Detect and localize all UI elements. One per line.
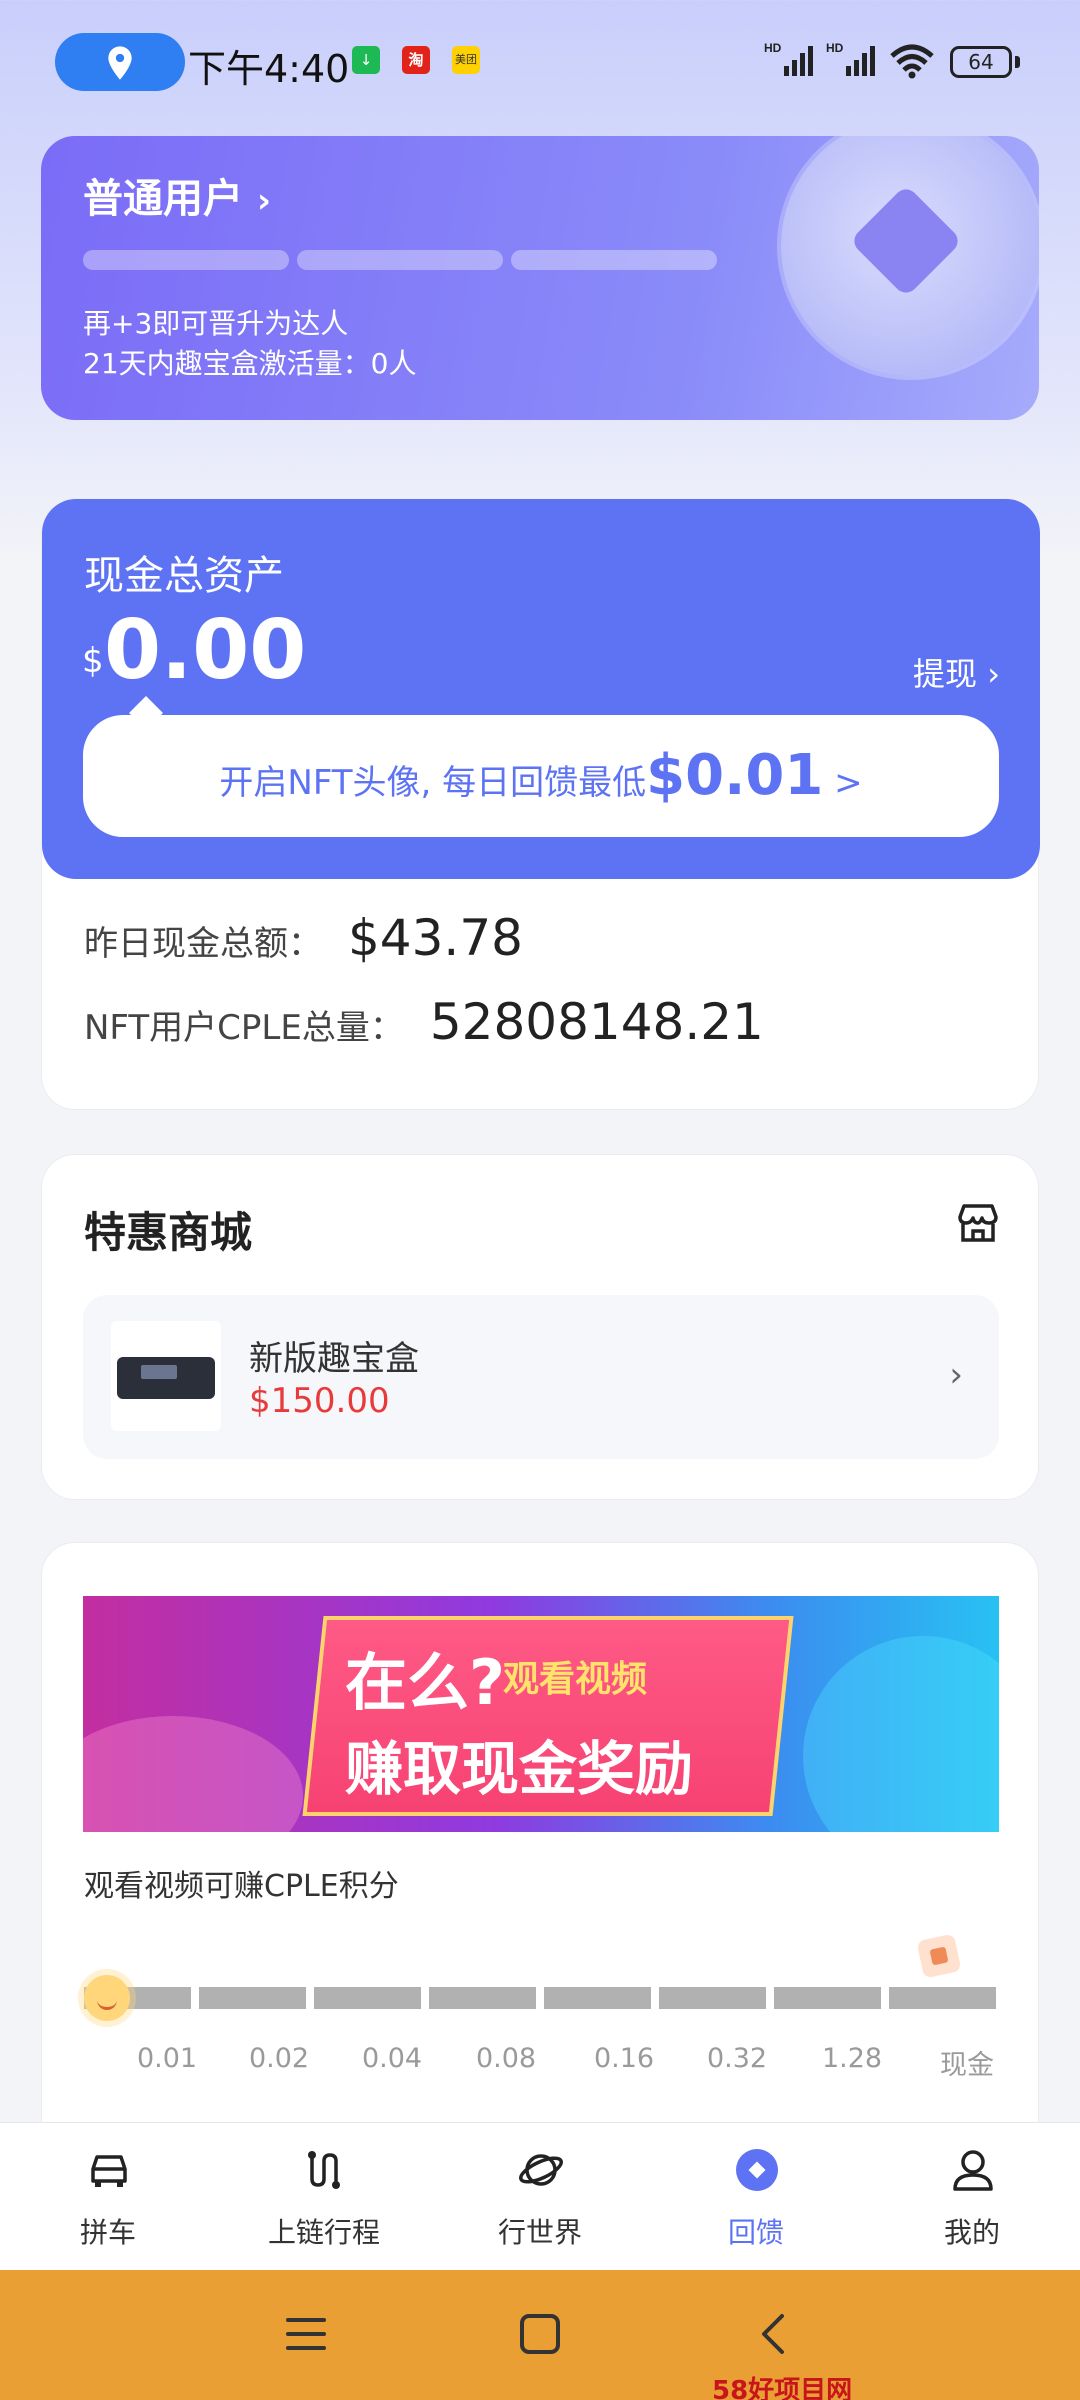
activation-count: 21天内趣宝盒激活量：0人 bbox=[83, 347, 417, 380]
reward-progress-segment bbox=[659, 1987, 766, 2009]
level-progress-segment bbox=[297, 250, 503, 270]
reward-step-label: 0.16 bbox=[593, 2043, 655, 2074]
tab-chain-trips[interactable]: 上链行程 bbox=[216, 2123, 432, 2271]
watch-video-card: 在么? 观看视频 赚取现金奖励 观看视频可赚CPLE积分 0.01 0.02 0… bbox=[41, 1542, 1039, 2142]
back-icon[interactable] bbox=[750, 2310, 798, 2358]
member-level-label: 普通用户 bbox=[83, 176, 243, 222]
download-icon: ↓ bbox=[352, 46, 380, 74]
signal-icon: HD bbox=[764, 41, 813, 76]
location-pin-icon bbox=[108, 46, 132, 80]
reward-step-label: 现金 bbox=[940, 2050, 994, 2081]
store-icon[interactable] bbox=[956, 1203, 1000, 1243]
chevron-right-icon: > bbox=[823, 763, 863, 803]
route-icon bbox=[308, 2151, 340, 2189]
tab-profile[interactable]: 我的 bbox=[864, 2123, 1080, 2271]
reward-progress-segment bbox=[889, 1987, 996, 2009]
reward-progress-segment bbox=[774, 1987, 881, 2009]
status-time: 下午4:40 bbox=[188, 47, 350, 91]
signal-icon: HD bbox=[826, 41, 875, 76]
reward-step-label: 0.08 bbox=[475, 2043, 537, 2074]
level-progress-segment bbox=[511, 250, 717, 270]
nft-banner-text: 开启NFT头像, 每日回馈最低 bbox=[219, 763, 647, 803]
svg-text:HD: HD bbox=[826, 41, 844, 55]
status-bar: 下午4:40 ↓ 淘 美团 HD HD 64 bbox=[0, 0, 1080, 125]
level-badge-icon bbox=[781, 136, 1039, 376]
bottom-tab-bar: 拼车 上链行程 行世界 回馈 我的 bbox=[0, 2122, 1080, 2270]
svg-text:HD: HD bbox=[764, 41, 782, 55]
diamond-icon bbox=[736, 2149, 778, 2191]
video-subtitle: 观看视频可赚CPLE积分 bbox=[84, 1869, 399, 1904]
cash-assets-card: 现金总资产 $ 0.00 提现 › 开启NFT头像, 每日回馈最低$0.01 >… bbox=[41, 498, 1040, 1110]
planet-icon bbox=[519, 2154, 563, 2186]
product-item[interactable]: 新版趣宝盒 $150.00 › bbox=[83, 1295, 999, 1459]
tab-carpool[interactable]: 拼车 bbox=[0, 2123, 216, 2271]
watermark-text: 58好项目网www.58hxm.com bbox=[712, 2376, 853, 2400]
yesterday-cash-row: 昨日现金总额： $43.78 bbox=[84, 909, 523, 967]
chevron-right-icon: › bbox=[949, 1355, 963, 1395]
chevron-right-icon: › bbox=[257, 181, 272, 221]
cash-assets-amount: 0.00 bbox=[104, 603, 307, 698]
reward-progress-segment bbox=[544, 1987, 651, 2009]
nft-min-reward: $0.01 bbox=[646, 743, 824, 808]
location-pill[interactable] bbox=[55, 33, 185, 91]
meituan-icon: 美团 bbox=[452, 46, 480, 74]
store-title: 特惠商城 bbox=[84, 1208, 253, 1257]
cash-assets-title: 现金总资产 bbox=[84, 553, 284, 599]
nft-cple-total-row: NFT用户CPLE总量： 52808148.21 bbox=[84, 993, 764, 1051]
nft-avatar-banner[interactable]: 开启NFT头像, 每日回馈最低$0.01 > bbox=[83, 715, 999, 837]
car-icon bbox=[91, 2155, 127, 2187]
member-level-title[interactable]: 普通用户 › bbox=[83, 166, 271, 224]
reward-progress-segment bbox=[314, 1987, 421, 2009]
reward-step-label: 0.02 bbox=[248, 2043, 310, 2074]
product-price: $150.00 bbox=[249, 1381, 390, 1421]
banner-headline: 在么? bbox=[345, 1646, 505, 1719]
withdraw-button[interactable]: 提现 › bbox=[913, 649, 1000, 695]
reward-step-label: 0.01 bbox=[136, 2043, 198, 2074]
product-name: 新版趣宝盒 bbox=[249, 1339, 419, 1379]
reward-step-label: 0.04 bbox=[361, 2043, 423, 2074]
product-image bbox=[111, 1321, 221, 1431]
gift-box-icon bbox=[916, 1933, 962, 1979]
banner-decoration bbox=[83, 1716, 303, 1832]
user-icon bbox=[953, 2150, 993, 2191]
battery-indicator: 64 bbox=[950, 46, 1012, 78]
battery-tip bbox=[1015, 56, 1020, 68]
currency-symbol: $ bbox=[82, 641, 104, 681]
nft-cple-total-label: NFT用户CPLE总量： bbox=[84, 1008, 404, 1048]
reward-progress-track bbox=[84, 1987, 1000, 2009]
cash-assets-header: 现金总资产 $ 0.00 提现 › 开启NFT头像, 每日回馈最低$0.01 > bbox=[42, 499, 1040, 879]
smiley-face-icon bbox=[84, 1975, 130, 2021]
video-reward-banner[interactable]: 在么? 观看视频 赚取现金奖励 bbox=[83, 1596, 999, 1832]
reward-progress-segment bbox=[429, 1987, 536, 2009]
reward-step-label: 0.32 bbox=[706, 2043, 768, 2074]
tab-label: 我的 bbox=[943, 2216, 1000, 2249]
banner-subheadline: 赚取现金奖励 bbox=[345, 1735, 694, 1803]
banner-tag: 观看视频 bbox=[503, 1659, 648, 1700]
nft-cple-total-value: 52808148.21 bbox=[429, 993, 764, 1051]
member-level-card[interactable]: 普通用户 › 再+3即可晋升为达人 21天内趣宝盒激活量：0人 bbox=[41, 136, 1039, 420]
taobao-icon: 淘 bbox=[402, 46, 430, 74]
discount-store-card: 特惠商城 新版趣宝盒 $150.00 › bbox=[41, 1154, 1039, 1500]
tab-rewards[interactable]: 回馈 bbox=[648, 2123, 864, 2271]
reward-progress-segment bbox=[199, 1987, 306, 2009]
tab-label: 上链行程 bbox=[267, 2216, 380, 2249]
banner-decoration bbox=[803, 1636, 999, 1832]
tab-label: 回馈 bbox=[727, 2216, 784, 2249]
tab-world[interactable]: 行世界 bbox=[432, 2123, 648, 2271]
menu-icon[interactable] bbox=[282, 2310, 330, 2358]
reward-step-label: 1.28 bbox=[821, 2043, 883, 2074]
home-icon[interactable] bbox=[516, 2310, 564, 2358]
tab-label: 行世界 bbox=[497, 2216, 582, 2249]
upgrade-hint: 再+3即可晋升为达人 bbox=[83, 307, 349, 340]
yesterday-cash-value: $43.78 bbox=[348, 909, 523, 967]
tab-label: 拼车 bbox=[79, 2216, 136, 2249]
level-progress-segment bbox=[83, 250, 289, 270]
wifi-icon bbox=[890, 44, 934, 79]
yesterday-cash-label: 昨日现金总额： bbox=[84, 924, 322, 964]
